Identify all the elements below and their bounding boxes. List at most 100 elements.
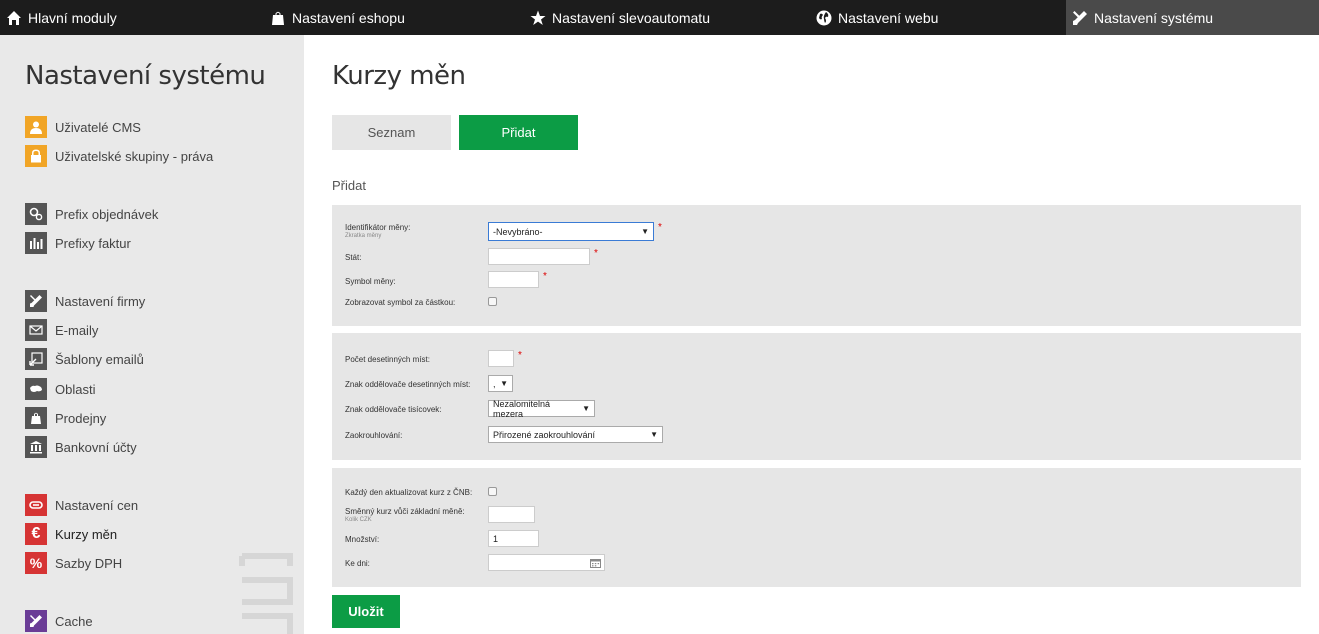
chevron-down-icon: ▼ [650,430,658,439]
rounding-value: Přirozené zaokrouhlování [493,429,596,440]
exchange-rate-input[interactable] [488,506,535,523]
top-navigation: Hlavní moduly Nastavení eshopu Nastavení… [0,0,1319,35]
sidebar-title: Nastavení systému [25,61,266,91]
tools-icon [25,290,47,312]
required-mark: * [518,350,522,361]
sidebar-item-invoice-prefixes[interactable]: Prefixy faktur [25,232,131,254]
bar-chart-icon [25,232,47,254]
sidebar-item-label: Cache [55,613,93,629]
currency-id-label: Identifikátor měny: [345,223,411,232]
brand-watermark-icon [239,553,293,634]
state-input[interactable] [488,248,590,265]
decimals-input[interactable] [488,350,514,367]
map-icon [25,378,47,400]
shop-bag-icon [25,407,47,429]
nav-item-discount-settings[interactable]: Nastavení slevoautomatu [524,0,802,35]
sidebar-item-exchange-rates[interactable]: € Kurzy měn [25,523,117,545]
decimals-label: Počet desetinných míst: [345,355,430,364]
sidebar-item-label: E-maily [55,322,99,338]
number-format-panel: Počet desetinných míst: * Znak oddělovač… [332,333,1301,460]
sidebar-item-stores[interactable]: Prodejny [25,407,106,429]
required-mark: * [594,248,598,259]
rounding-label: Zaokrouhlování: [345,431,403,440]
decimal-separator-select[interactable]: , ▼ [488,375,513,392]
currency-basic-panel: Identifikátor měny: Zkratka měny -Nevybr… [332,205,1301,326]
envelope-icon [25,319,47,341]
nav-item-system-settings[interactable]: Nastavení systému [1066,0,1319,35]
currency-id-select[interactable]: -Nevybráno- ▼ [488,222,654,241]
decimal-separator-label: Znak oddělovače desetinných míst: [345,380,471,389]
nav-item-label: Nastavení webu [838,9,939,26]
sidebar-item-price-settings[interactable]: Nastavení cen [25,494,138,516]
sidebar-item-company-settings[interactable]: Nastavení firmy [25,290,145,312]
sidebar-item-label: Uživatelé CMS [55,119,141,135]
daily-update-label: Každý den aktualizovat kurz z ČNB: [345,488,473,497]
sidebar-item-label: Nastavení firmy [55,293,146,309]
show-symbol-checkbox[interactable] [488,297,497,306]
currency-id-value: -Nevybráno- [493,226,543,237]
globe-icon [816,10,832,26]
daily-update-checkbox[interactable] [488,487,497,496]
sidebar-item-label: Kurzy měn [55,526,118,542]
sidebar-item-label: Bankovní účty [55,439,137,455]
sidebar-item-cms-users[interactable]: Uživatelé CMS [25,116,141,138]
sidebar-item-cache[interactable]: Cache [25,610,93,632]
amount-input[interactable]: 1 [488,530,539,547]
template-icon [25,348,47,370]
date-input[interactable] [488,554,605,571]
sidebar-item-label: Prefixy faktur [55,235,131,251]
date-label: Ke dni: [345,559,370,568]
nav-item-label: Nastavení eshopu [292,9,405,26]
sidebar-item-label: Šablony emailů [55,351,144,367]
sidebar-item-bank-accounts[interactable]: Bankovní účty [25,436,137,458]
main-content: Kurzy měn Seznam Přidat Přidat Identifik… [304,35,1319,634]
nav-item-main-modules[interactable]: Hlavní moduly [0,0,262,35]
thousand-separator-select[interactable]: Nezalomitelná mezera ▼ [488,398,595,419]
tab-add[interactable]: Přidat [459,115,578,150]
page-title: Kurzy měn [332,61,466,91]
section-title: Přidat [332,178,366,193]
sidebar-item-label: Oblasti [55,381,96,397]
tools-icon [1072,10,1088,26]
required-mark: * [543,271,547,282]
state-label: Stát: [345,253,362,262]
star-icon [530,10,546,26]
currency-id-sublabel: Zkratka měny [345,233,382,239]
gears-icon [25,203,47,225]
home-icon [6,10,22,26]
chevron-down-icon: ▼ [500,379,508,388]
user-icon [25,116,47,138]
sidebar-item-regions[interactable]: Oblasti [25,378,95,400]
decimal-separator-value: , [493,378,496,389]
thousand-separator-label: Znak oddělovače tisícovek: [345,405,442,414]
nav-item-web-settings[interactable]: Nastavení webu [802,0,1066,35]
sidebar-item-emails[interactable]: E-maily [25,319,98,341]
sidebar-item-email-templates[interactable]: Šablony emailů [25,348,144,370]
sidebar-item-order-prefix[interactable]: Prefix objednávek [25,203,158,225]
sidebar-item-vat-rates[interactable]: % Sazby DPH [25,552,122,574]
sidebar-item-label: Sazby DPH [55,555,123,571]
exchange-rate-sublabel: Kolik CZK [345,517,372,523]
sidebar-item-label: Prefix objednávek [55,206,159,222]
chevron-down-icon: ▼ [641,227,649,236]
sidebar-item-user-groups[interactable]: Uživatelské skupiny - práva [25,145,213,167]
shopping-bag-icon [270,10,286,26]
nav-item-eshop-settings[interactable]: Nastavení eshopu [262,0,524,35]
sidebar-item-label: Uživatelské skupiny - práva [55,148,214,164]
bank-icon [25,436,47,458]
thousand-separator-value: Nezalomitelná mezera [493,398,551,419]
lock-icon [25,145,47,167]
amount-label: Množství: [345,535,380,544]
save-button[interactable]: Uložit [332,595,400,628]
exchange-rate-panel: Každý den aktualizovat kurz z ČNB: Směnn… [332,468,1301,587]
calendar-icon[interactable] [590,558,601,568]
symbol-label: Symbol měny: [345,277,396,286]
tab-list[interactable]: Seznam [332,115,451,150]
chevron-down-icon: ▼ [582,404,590,413]
symbol-input[interactable] [488,271,539,288]
tools-icon [25,610,47,632]
required-mark: * [658,222,662,233]
price-tag-icon [25,494,47,516]
rounding-select[interactable]: Přirozené zaokrouhlování ▼ [488,426,663,443]
show-symbol-label: Zobrazovat symbol za částkou: [345,298,456,307]
